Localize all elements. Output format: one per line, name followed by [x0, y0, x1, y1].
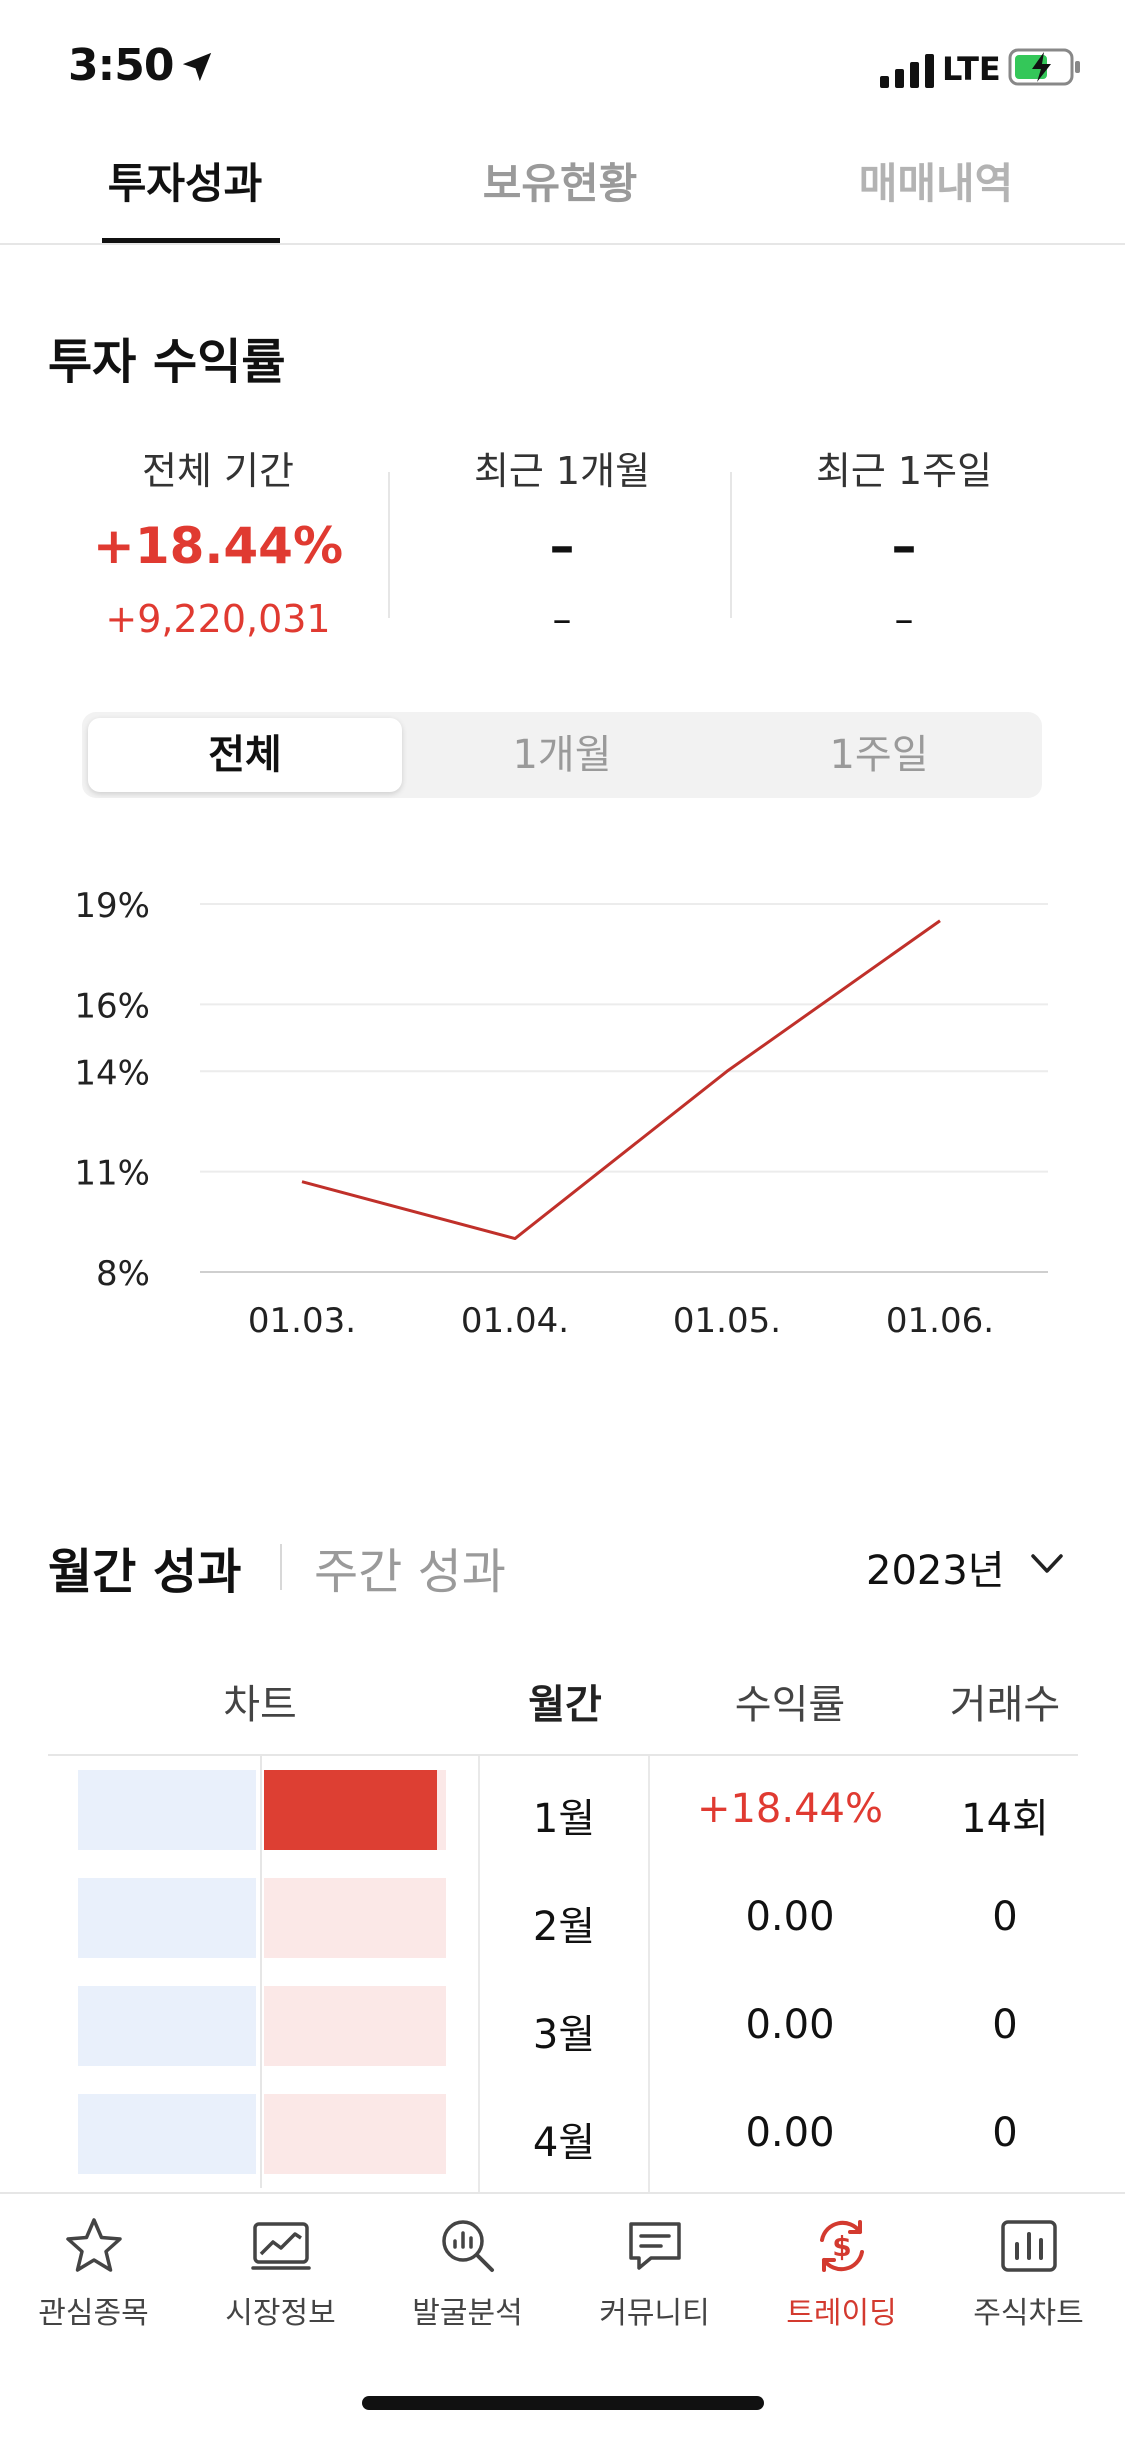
table-row[interactable]: 4월 0.000 — [0, 2080, 1125, 2188]
bar-baseline — [260, 1864, 262, 1972]
bar-baseline — [260, 1972, 262, 2080]
row-return: 0.00 — [660, 2002, 920, 2048]
period-return-amount: +9,220,031 — [68, 597, 368, 641]
period-return-pct: – — [412, 517, 712, 575]
nav-watchlist[interactable]: 관심종목 — [0, 2214, 187, 2332]
positive-return-bar — [264, 1770, 437, 1850]
bar-baseline — [260, 1756, 262, 1864]
tab-divider — [0, 243, 1125, 245]
nav-label: 발굴분석 — [374, 2288, 561, 2332]
nav-label: 트레이딩 — [748, 2288, 935, 2332]
period-return-pct: – — [754, 517, 1054, 575]
market-chart-icon — [249, 2214, 313, 2278]
segment-1week[interactable]: 1주일 — [722, 718, 1036, 792]
svg-text:$: $ — [832, 2230, 851, 2263]
row-month: 1월 — [480, 1786, 648, 1844]
nav-discovery-analysis[interactable]: 발굴분석 — [374, 2214, 561, 2332]
row-month: 4월 — [480, 2110, 648, 2168]
nav-label: 시장정보 — [187, 2288, 374, 2332]
row-return: +18.44% — [660, 1786, 920, 1832]
header-month: 월간 — [480, 1672, 650, 1730]
negative-bar-track — [78, 1770, 256, 1850]
negative-bar-track — [78, 1986, 256, 2066]
trading-dollar-icon: $ — [810, 2214, 874, 2278]
nav-market-info[interactable]: 시장정보 — [187, 2214, 374, 2332]
bar-chart-icon — [997, 2214, 1061, 2278]
divider — [730, 472, 732, 618]
period-1month: 최근 1개월 – – — [412, 440, 712, 641]
period-1week: 최근 1주일 – – — [754, 440, 1054, 641]
monthly-performance-tab[interactable]: 월간 성과 — [48, 1532, 241, 1602]
period-label: 최근 1주일 — [754, 440, 1054, 495]
title-separator — [280, 1544, 282, 1590]
battery-charging-icon — [1008, 48, 1082, 86]
positive-bar-track — [264, 1986, 446, 2066]
positive-bar-track — [264, 2094, 446, 2174]
location-arrow-icon — [180, 50, 214, 84]
segment-1month[interactable]: 1개월 — [405, 718, 719, 792]
table-row[interactable]: 3월 0.000 — [0, 1972, 1125, 2080]
x-tick-label: 01.06. — [886, 1301, 994, 1341]
row-return: 0.00 — [660, 2110, 920, 2156]
section-title: 투자 수익률 — [48, 322, 286, 392]
negative-bar-track — [78, 1878, 256, 1958]
star-icon — [62, 2214, 126, 2278]
signal-icon — [880, 54, 936, 88]
nav-label: 주식차트 — [935, 2288, 1122, 2332]
negative-bar-track — [78, 2094, 256, 2174]
header-trade-count: 거래수 — [920, 1672, 1090, 1730]
home-indicator — [362, 2396, 764, 2410]
y-tick-label: 19% — [74, 886, 150, 926]
tab-trade-history[interactable]: 매매내역 — [806, 150, 1066, 211]
table-row[interactable]: 2월 0.000 — [0, 1864, 1125, 1972]
row-month: 3월 — [480, 2002, 648, 2060]
header-return: 수익률 — [660, 1672, 920, 1730]
nav-label: 관심종목 — [0, 2288, 187, 2332]
chat-icon — [623, 2214, 687, 2278]
nav-label: 커뮤니티 — [561, 2288, 748, 2332]
network-label: LTE — [942, 50, 1001, 88]
y-tick-label: 16% — [74, 986, 150, 1026]
nav-community[interactable]: 커뮤니티 — [561, 2214, 748, 2332]
chevron-down-icon[interactable] — [1030, 1552, 1064, 1576]
positive-bar-track — [264, 1878, 446, 1958]
period-return-amount: – — [754, 597, 1054, 641]
x-tick-label: 01.03. — [248, 1301, 356, 1341]
period-total: 전체 기간 +18.44% +9,220,031 — [68, 440, 368, 641]
row-trade-count: 0 — [920, 1894, 1090, 1940]
period-label: 전체 기간 — [68, 440, 368, 495]
y-tick-label: 14% — [74, 1053, 150, 1093]
row-trade-count: 0 — [920, 2002, 1090, 2048]
weekly-performance-tab[interactable]: 주간 성과 — [314, 1532, 506, 1602]
segment-all[interactable]: 전체 — [88, 718, 402, 792]
tab-investment-performance[interactable]: 투자성과 — [55, 150, 315, 211]
row-month: 2월 — [480, 1894, 648, 1952]
x-tick-label: 01.04. — [461, 1301, 569, 1341]
header-chart: 차트 — [120, 1672, 400, 1730]
return-line-chart: 19% 16% 14% 11% 8% 01.03. 01.04. 01.05. 01.06. — [0, 860, 1125, 1360]
year-select[interactable]: 2023년 — [866, 1538, 1005, 1596]
period-return-amount: – — [412, 597, 712, 641]
y-tick-label: 8% — [96, 1254, 150, 1294]
status-time: 3:50 — [68, 40, 173, 91]
table-row[interactable]: 1월 +18.44%14회 — [0, 1756, 1125, 1864]
nav-stock-chart[interactable]: 주식차트 — [935, 2214, 1122, 2332]
series-line — [302, 921, 940, 1239]
divider — [388, 472, 390, 618]
y-tick-label: 11% — [74, 1154, 150, 1194]
period-segment-control: 전체 1개월 1주일 — [82, 712, 1042, 798]
x-tick-label: 01.05. — [673, 1301, 781, 1341]
bar-baseline — [260, 2080, 262, 2188]
row-trade-count: 0 — [920, 2110, 1090, 2156]
period-label: 최근 1개월 — [412, 440, 712, 495]
row-trade-count: 14회 — [920, 1786, 1090, 1844]
nav-trading[interactable]: $ 트레이딩 — [748, 2214, 935, 2332]
search-analysis-icon — [436, 2214, 500, 2278]
tab-holdings[interactable]: 보유현황 — [430, 150, 690, 211]
row-return: 0.00 — [660, 1894, 920, 1940]
status-bar: 3:50 LTE — [0, 0, 1125, 130]
period-return-pct: +18.44% — [68, 517, 368, 575]
